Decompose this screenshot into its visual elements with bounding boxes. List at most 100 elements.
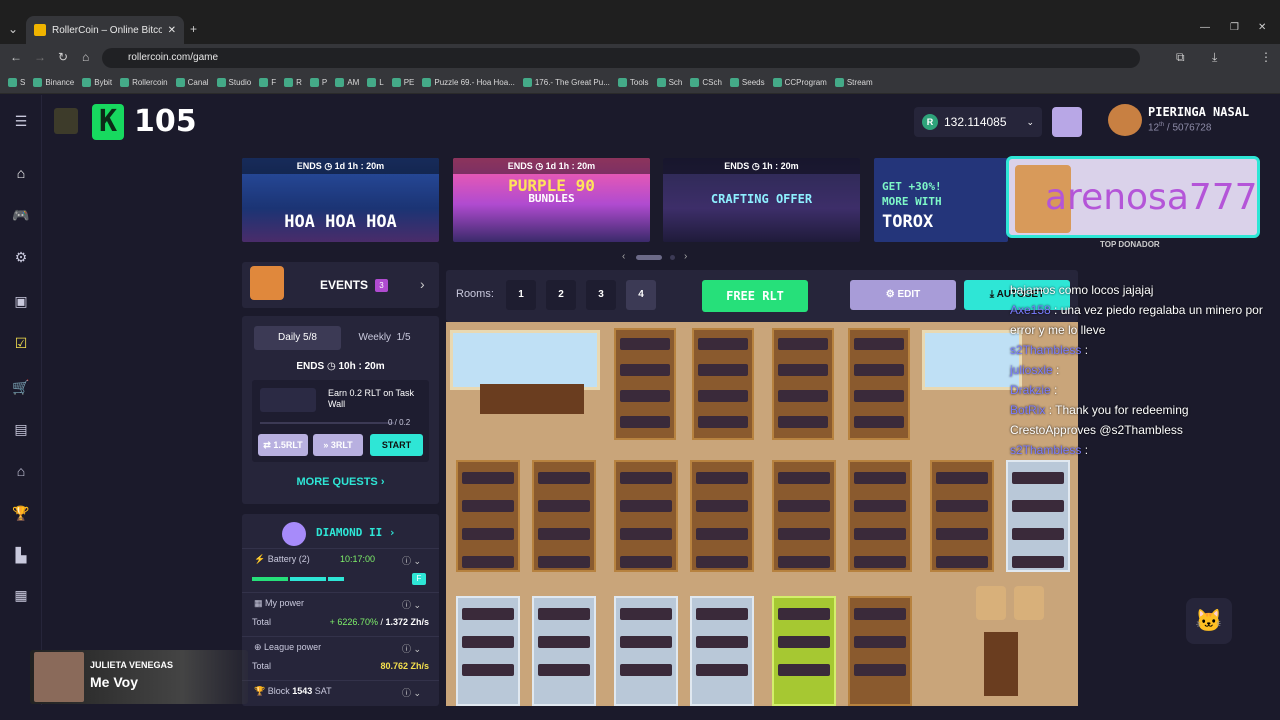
storage-nav-icon[interactable]: ▤ <box>11 419 31 439</box>
bookmark-item[interactable]: Studio <box>216 78 251 87</box>
minimize-icon[interactable]: — <box>1200 22 1210 33</box>
mascot-help-button[interactable]: 🐱 <box>1186 598 1232 644</box>
bookmark-item[interactable]: Tools <box>617 78 649 87</box>
tasks-nav-icon[interactable]: ☑ <box>11 333 31 353</box>
banner-dot-active[interactable] <box>636 255 662 260</box>
close-tab-icon[interactable]: ✕ <box>168 25 176 36</box>
home-nav-icon[interactable]: ⌂ <box>11 163 31 183</box>
close-window-icon[interactable]: ✕ <box>1258 22 1266 33</box>
banner-next-icon[interactable]: › <box>684 251 687 262</box>
start-button[interactable]: START <box>370 434 423 456</box>
banner-dot[interactable] <box>670 255 675 260</box>
factory-nav-icon[interactable]: ▙ <box>11 545 31 565</box>
miner-rack[interactable] <box>690 460 754 572</box>
menu-icon[interactable]: ⋮ <box>1260 50 1272 64</box>
block-info-icon[interactable]: ⓘ ⌄ <box>402 686 421 699</box>
room-2-button[interactable]: 2 <box>546 280 576 310</box>
bookmark-item[interactable]: AM <box>335 78 359 87</box>
banner-torox[interactable]: GET +30%! MORE WITH TOROX <box>874 158 1008 242</box>
user-avatar[interactable] <box>1108 104 1142 136</box>
extensions-icon[interactable]: ⧉ <box>1176 50 1185 65</box>
bookmark-item[interactable]: P <box>309 78 327 87</box>
room-4-button[interactable]: 4 <box>626 280 656 310</box>
league-name[interactable]: DIAMOND II › <box>316 526 395 539</box>
tab-weekly[interactable]: Weekly 1/5 <box>341 326 428 350</box>
miner-rack[interactable] <box>848 460 912 572</box>
shop-nav-icon[interactable]: ⌂ <box>11 461 31 481</box>
miner-rack[interactable] <box>690 596 754 706</box>
miner-rack[interactable] <box>456 596 520 706</box>
miner-rack[interactable] <box>772 596 836 706</box>
address-bar[interactable]: rollercoin.com/game <box>102 48 1140 68</box>
bookmark-item[interactable]: PE <box>391 78 414 87</box>
miner-rack[interactable] <box>614 596 678 706</box>
download-icon[interactable]: ⤓ <box>1212 50 1217 65</box>
miner-rack[interactable] <box>772 328 834 440</box>
bookmark-item[interactable]: F <box>259 78 276 87</box>
bookmark-item[interactable]: CSch <box>690 78 722 87</box>
tab-daily[interactable]: Daily 5/8 <box>254 326 341 350</box>
events-header[interactable]: EVENTS 3 › <box>242 262 439 308</box>
balance-dropdown[interactable]: R 132.114085 ⌄ <box>914 107 1042 137</box>
menu-toggle-icon[interactable]: ☰ <box>11 111 31 131</box>
chest-nav-icon[interactable]: ▣ <box>11 291 31 311</box>
free-rlt-button[interactable]: FREE RLT <box>702 280 808 312</box>
miner-rack[interactable] <box>772 460 836 572</box>
forward-icon[interactable]: → <box>34 50 46 64</box>
banner-line2: MORE WITH <box>882 195 942 208</box>
league-power-info-icon[interactable]: ⓘ ⌄ <box>402 642 421 655</box>
miner-rack[interactable] <box>532 460 596 572</box>
bookmark-item[interactable]: Binance <box>33 78 74 87</box>
bookmark-item[interactable]: R <box>284 78 302 87</box>
bookmark-item[interactable]: L <box>367 78 384 87</box>
room-3-button[interactable]: 3 <box>586 280 616 310</box>
miner-rack[interactable] <box>614 328 676 440</box>
miner-rack[interactable] <box>930 460 994 572</box>
bookmark-item[interactable]: Rollercoin <box>120 78 168 87</box>
bookmark-item[interactable]: Sch <box>656 78 682 87</box>
back-icon[interactable]: ← <box>10 50 22 64</box>
miner-rack[interactable] <box>692 328 754 440</box>
bookmark-item[interactable]: Puzzle 69.- Hoa Hoa... <box>422 78 515 87</box>
miner-rack[interactable] <box>1006 460 1070 572</box>
maximize-icon[interactable]: ❐ <box>1230 22 1239 33</box>
market-nav-icon[interactable]: 🛒 <box>11 377 31 397</box>
bookmark-item[interactable]: Bybit <box>82 78 112 87</box>
banner-prev-icon[interactable]: ‹ <box>622 251 625 262</box>
more-quests-link[interactable]: MORE QUESTS › <box>242 476 439 488</box>
avatar[interactable] <box>54 108 78 134</box>
battery-info-icon[interactable]: ⓘ ⌄ <box>402 554 421 567</box>
miner-rack[interactable] <box>456 460 520 572</box>
edit-button[interactable]: ⚙ EDIT <box>850 280 956 310</box>
my-power-info-icon[interactable]: ⓘ ⌄ <box>402 598 421 611</box>
bookmark-item[interactable]: Canal <box>175 78 209 87</box>
bookmark-item[interactable]: Seeds <box>729 78 765 87</box>
miner-rack[interactable] <box>532 596 596 706</box>
banner-crafting-offer[interactable]: ENDS ◷ 1h : 20m CRAFTING OFFER <box>663 158 860 242</box>
bookmark-item[interactable]: CCProgram <box>772 78 827 87</box>
browser-tab[interactable]: RollerCoin – Online Bitcoin Mi ✕ <box>26 16 184 44</box>
bookmark-item[interactable]: 176.- The Great Pu... <box>522 78 610 87</box>
battery-boost-icon[interactable]: F <box>412 573 426 585</box>
reload-icon[interactable]: ↻ <box>58 50 68 64</box>
bookmark-item[interactable]: Stream <box>834 78 873 87</box>
miner-rack[interactable] <box>614 460 678 572</box>
quest-3rlt-button[interactable]: » 3RLT <box>313 434 363 456</box>
new-tab-icon[interactable]: + <box>190 22 197 36</box>
room-1-button[interactable]: 1 <box>506 280 536 310</box>
news-nav-icon[interactable]: ▦ <box>11 585 31 605</box>
miner-rack[interactable] <box>848 596 912 706</box>
games-nav-icon[interactable]: 🎮 <box>11 205 31 225</box>
rewards-nav-icon[interactable]: ⚙ <box>11 247 31 267</box>
quest-1-5rlt-button[interactable]: ⇄ 1.5RLT <box>258 434 308 456</box>
tab-search-icon[interactable]: ⌄ <box>8 22 18 36</box>
username[interactable]: PIERINGA NASAL <box>1148 105 1249 119</box>
miner-rack[interactable] <box>848 328 910 440</box>
banner-purple-90[interactable]: ENDS ◷ 1d 1h : 20m PURPLE 90 BUNDLES <box>453 158 650 242</box>
banner-hoa-hoa-hoa[interactable]: ENDS ◷ 1d 1h : 20m HOA HOA HOA <box>242 158 439 242</box>
home-icon[interactable]: ⌂ <box>82 50 89 64</box>
wallet-button[interactable] <box>1052 107 1082 137</box>
trophy-nav-icon[interactable]: 🏆 <box>11 503 31 523</box>
bookmark-item[interactable]: S <box>8 78 25 87</box>
level-number: 105 <box>134 104 197 139</box>
